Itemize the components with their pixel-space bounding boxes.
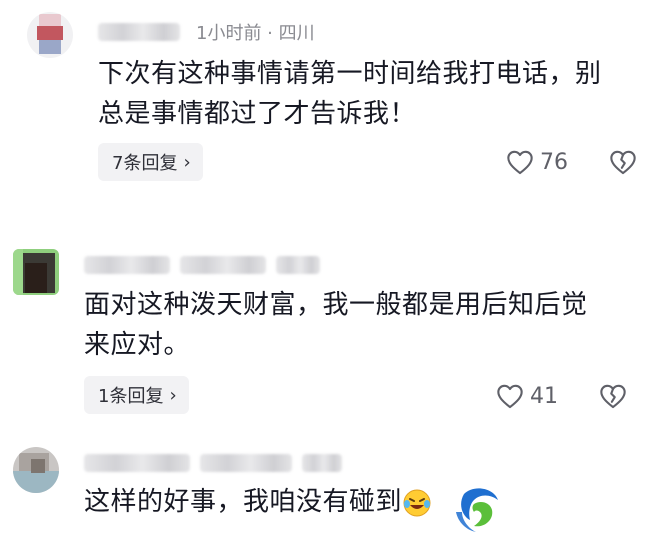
broken-heart-icon[interactable] — [599, 382, 627, 410]
chevron-right-icon: › — [169, 384, 177, 406]
reply-count-label: 1条回复 — [98, 386, 164, 407]
meta-blurred — [180, 256, 266, 274]
heart-outline-icon — [497, 384, 523, 409]
comment-item: 面对这种泼天财富，我一般都是用后知后觉 来应对。 1条回复 › 41 — [0, 235, 655, 435]
username-blurred[interactable] — [84, 256, 170, 274]
heart-outline-icon — [507, 150, 533, 175]
comment-text: 面对这种泼天财富，我一般都是用后知后觉 来应对。 — [84, 290, 588, 360]
chevron-right-icon: › — [183, 151, 191, 173]
like-count: 76 — [540, 149, 568, 175]
comment-meta: 1小时前 · 四川 — [98, 17, 315, 47]
comment-text: 这样的好事，我咱没有碰到 — [84, 482, 432, 522]
meta-blurred — [302, 454, 342, 472]
view-replies-button[interactable]: 1条回复 › — [84, 376, 189, 414]
avatar[interactable] — [13, 447, 59, 493]
broken-heart-icon[interactable] — [609, 148, 637, 176]
comment-item: 这样的好事，我咱没有碰到 — [0, 435, 655, 540]
view-replies-button[interactable]: 7条回复 › — [98, 143, 203, 181]
comment-text: 下次有这种事情请第一时间给我打电话，别 总是事情都过了才告诉我！ — [98, 59, 602, 129]
like-button[interactable]: 41 — [496, 381, 558, 411]
avatar[interactable] — [13, 249, 59, 295]
username-blurred[interactable] — [98, 23, 180, 41]
like-button[interactable]: 76 — [506, 147, 568, 177]
comment-meta — [84, 448, 352, 478]
comment-item: 1小时前 · 四川 下次有这种事情请第一时间给我打电话，别 总是事情都过了才告诉… — [0, 0, 655, 200]
reply-count-label: 7条回复 — [112, 153, 178, 174]
meta-blurred — [200, 454, 292, 472]
like-count: 41 — [530, 383, 558, 409]
username-blurred[interactable] — [84, 454, 190, 472]
brand-watermark-logo — [452, 484, 500, 532]
meta-blurred — [276, 256, 320, 274]
comment-meta — [84, 250, 330, 280]
avatar[interactable] — [27, 12, 73, 58]
time-location: 1小时前 · 四川 — [196, 23, 315, 44]
laughing-crying-emoji — [403, 489, 431, 516]
